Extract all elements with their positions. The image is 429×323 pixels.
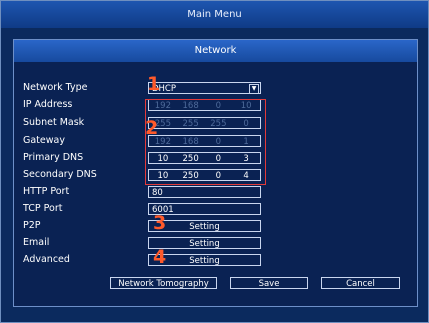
primary-dns-label: Primary DNS bbox=[23, 152, 84, 163]
gateway-label: Gateway bbox=[23, 135, 65, 146]
marker-1: 1 bbox=[147, 73, 161, 95]
network-type-label: Network Type bbox=[23, 82, 88, 93]
network-type-select[interactable]: DHCP ▼ bbox=[148, 82, 261, 94]
p2p-label: P2P bbox=[23, 220, 41, 231]
dropdown-arrow-icon[interactable]: ▼ bbox=[249, 84, 259, 94]
secondary-dns-label: Secondary DNS bbox=[23, 169, 97, 180]
marker-2: 2 bbox=[145, 117, 159, 139]
subnet-mask-label: Subnet Mask bbox=[23, 117, 85, 128]
save-button[interactable]: Save bbox=[230, 277, 308, 289]
tcp-port-label: TCP Port bbox=[23, 203, 63, 214]
marker-3: 3 bbox=[153, 212, 167, 234]
cancel-button[interactable]: Cancel bbox=[321, 277, 400, 289]
email-label: Email bbox=[23, 237, 50, 248]
network-tomography-button[interactable]: Network Tomography bbox=[110, 277, 217, 289]
main-menu-window: Main Menu Network Network Type IP Addres… bbox=[0, 0, 429, 323]
advanced-label: Advanced bbox=[23, 254, 70, 265]
highlight-box bbox=[145, 99, 266, 185]
http-port-label: HTTP Port bbox=[23, 186, 70, 197]
dialog-title: Network bbox=[14, 40, 417, 62]
http-port-input[interactable]: 80 bbox=[148, 186, 261, 198]
marker-4: 4 bbox=[153, 246, 167, 268]
window-title: Main Menu bbox=[1, 1, 428, 28]
ip-address-label: IP Address bbox=[23, 99, 73, 110]
